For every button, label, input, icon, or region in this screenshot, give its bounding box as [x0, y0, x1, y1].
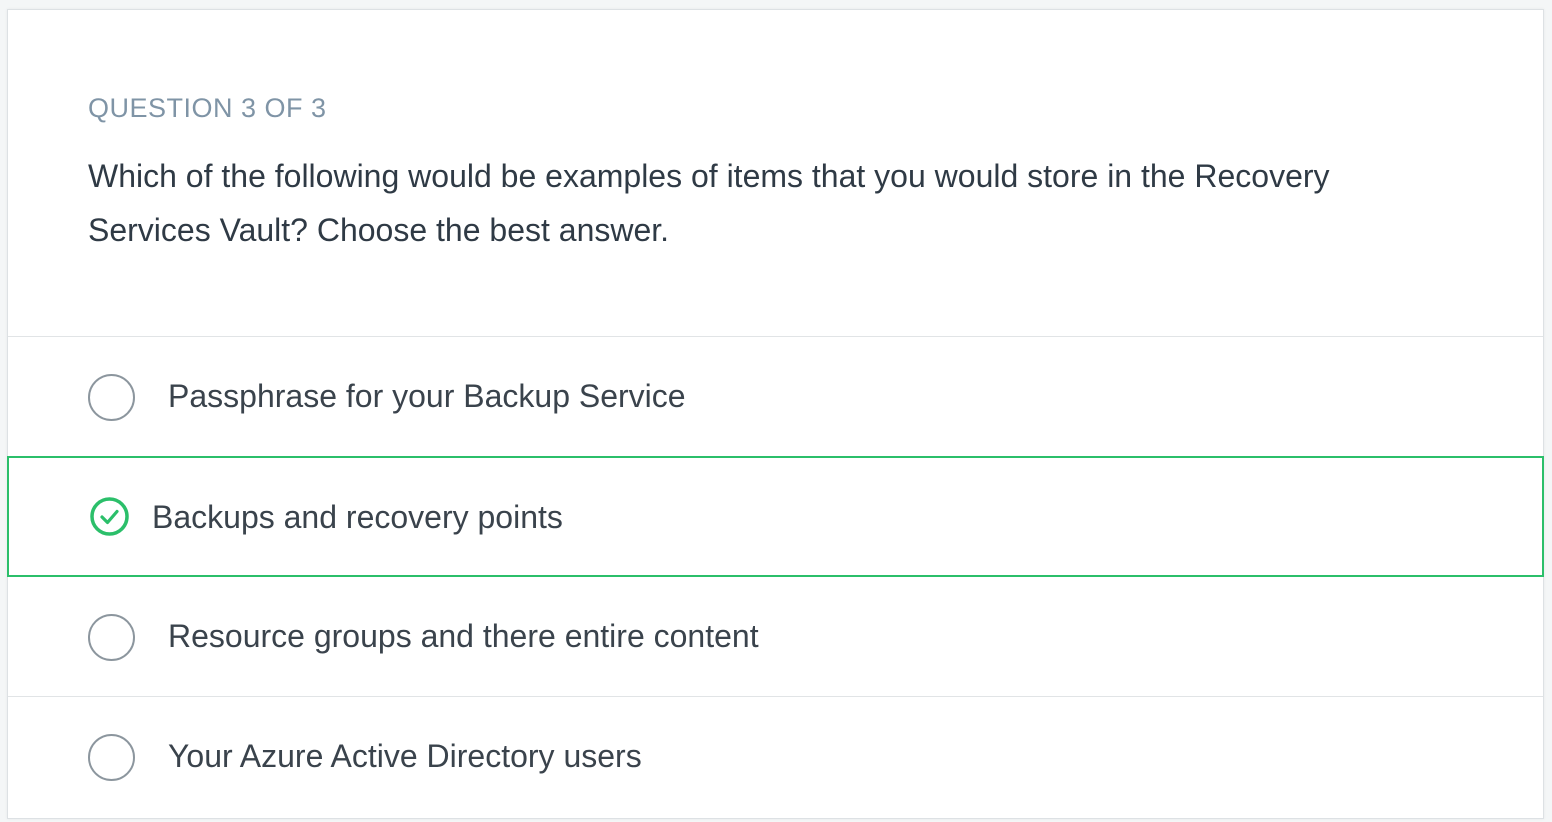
radio-empty-icon[interactable]	[88, 614, 135, 661]
answer-option-label: Backups and recovery points	[152, 499, 563, 535]
answer-option-label: Your Azure Active Directory users	[168, 738, 642, 774]
question-block: QUESTION 3 OF 3 Which of the following w…	[8, 10, 1543, 337]
check-circle-icon[interactable]	[89, 496, 130, 537]
answer-option-label: Resource groups and there entire content	[168, 618, 759, 654]
radio-empty-icon[interactable]	[88, 374, 135, 421]
answer-option-3[interactable]: Resource groups and there entire content	[8, 577, 1543, 697]
answer-option-1[interactable]: Passphrase for your Backup Service	[8, 337, 1543, 457]
quiz-card: QUESTION 3 OF 3 Which of the following w…	[7, 9, 1544, 819]
radio-empty-icon[interactable]	[88, 734, 135, 781]
answer-option-label: Passphrase for your Backup Service	[168, 378, 686, 414]
question-text: Which of the following would be examples…	[88, 158, 1330, 248]
answer-option-2[interactable]: Backups and recovery points	[7, 456, 1544, 577]
question-counter: QUESTION 3 OF 3	[88, 93, 327, 123]
answer-option-4[interactable]: Your Azure Active Directory users	[8, 697, 1543, 817]
